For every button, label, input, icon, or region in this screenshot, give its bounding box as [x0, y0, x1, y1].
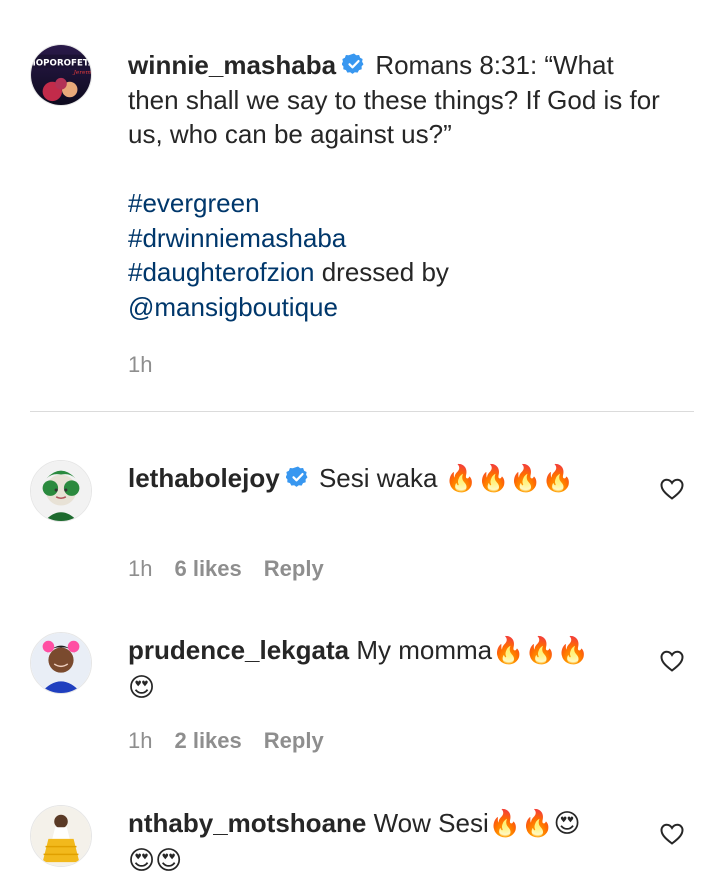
verified-badge-icon — [342, 52, 366, 76]
comment-username[interactable]: lethabolejoy — [128, 463, 280, 493]
like-heart-icon[interactable] — [660, 478, 684, 500]
commenter-avatar[interactable] — [30, 460, 92, 522]
comment-username[interactable]: prudence_lekgata — [128, 635, 349, 665]
comment-text: nthaby_motshoane Wow Sesi🔥🔥😍😍😍 — [128, 805, 598, 879]
post-time[interactable]: 1h — [128, 352, 152, 377]
like-heart-icon[interactable] — [660, 650, 684, 672]
comment-time[interactable]: 1h — [128, 556, 152, 581]
like-heart-icon[interactable] — [660, 823, 684, 845]
fire-emoji: 🔥🔥🔥🔥 — [444, 464, 575, 494]
comment-likes[interactable]: 2 likes — [174, 728, 241, 753]
post-author-avatar[interactable]: MOPOROFETA Jeremiah — [30, 44, 92, 106]
hashtag-link[interactable]: #evergreen — [128, 188, 260, 218]
mention-link[interactable]: @mansigboutique — [128, 292, 338, 322]
hashtag-link[interactable]: #daughterofzion — [128, 257, 314, 287]
comment-meta: 1h 2 likes Reply — [128, 728, 346, 754]
post-username[interactable]: winnie_mashaba — [128, 50, 336, 80]
comment-body: My momma — [356, 635, 493, 665]
svg-text:Jeremiah: Jeremiah — [73, 70, 91, 76]
post-meta: 1h — [128, 352, 174, 378]
hashtag-link[interactable]: #drwinniemashaba — [128, 223, 346, 253]
verified-badge-icon — [285, 465, 310, 489]
comment-meta: 1h 6 likes Reply — [128, 556, 346, 582]
caption-text: winnie_mashaba Romans 8:31: “What then s… — [128, 48, 668, 324]
comment-time[interactable]: 1h — [128, 728, 152, 753]
comment-username[interactable]: nthaby_motshoane — [128, 808, 366, 838]
commenter-avatar[interactable] — [30, 632, 92, 694]
commenter-avatar[interactable] — [30, 805, 92, 867]
comment-text: prudence_lekgata My momma🔥🔥🔥😍 — [128, 632, 598, 706]
comment-text: lethabolejoy Sesi waka 🔥🔥🔥🔥 — [128, 460, 598, 497]
divider — [30, 411, 694, 412]
reply-button[interactable]: Reply — [264, 728, 324, 753]
reply-button[interactable]: Reply — [264, 556, 324, 581]
comment-body: Wow Sesi — [373, 808, 489, 838]
comment-likes[interactable]: 6 likes — [174, 556, 241, 581]
dressed-by-text: dressed by — [321, 257, 449, 287]
comment-body: Sesi waka — [318, 463, 438, 493]
avatar-text: MOPOROFETA — [31, 58, 91, 68]
